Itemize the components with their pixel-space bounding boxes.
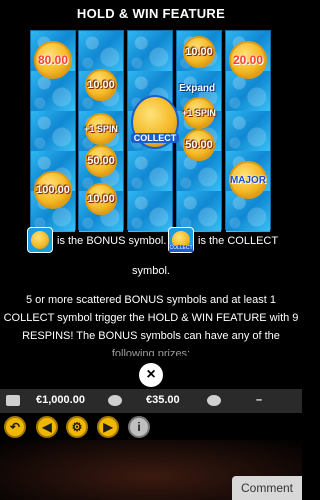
reel-4: 10.00 Expand +1 SPIN 50.00 (176, 30, 222, 232)
reel-1: 80.00 100.00 (30, 30, 76, 232)
reel-cell (128, 31, 172, 72)
description-line-2: COLLECT symbol trigger the HOLD & WIN FE… (3, 312, 299, 324)
settings-button[interactable]: ⚙ (66, 416, 88, 438)
win-value: – (256, 394, 263, 406)
bonus-coin: +1 SPIN (182, 97, 216, 129)
reel-grid: 80.00 100.00 10.00 +1 SPIN 50.00 10.00 1… (30, 30, 274, 232)
wallet-icon (6, 395, 20, 406)
next-button[interactable]: ▶ (97, 416, 119, 438)
info-button[interactable]: i (128, 416, 150, 438)
bonus-symbol-text: is the BONUS symbol. (57, 235, 167, 247)
reel-cell (128, 151, 172, 192)
page-title: HOLD & WIN FEATURE (76, 6, 226, 21)
description-line-3: RESPINS! The BONUS symbols can have any … (22, 330, 280, 342)
description-line-4: following prizes: (111, 348, 191, 356)
bonus-coin: 100.00 (34, 171, 72, 209)
bet-value: €35.00 (146, 394, 180, 406)
comment-button[interactable]: Comment (232, 476, 302, 500)
reel-cell (31, 111, 75, 152)
reel-2: 10.00 +1 SPIN 50.00 10.00 (78, 30, 124, 232)
collect-symbol-icon: COLLECT (168, 227, 194, 253)
coin-value: 10.00 (87, 79, 115, 91)
reel-5: 20.00 MAJOR (225, 30, 271, 232)
coin-value: +1 SPIN (182, 108, 216, 118)
coin-value: MAJOR (229, 174, 267, 186)
collect-symbol-text: is the COLLECT (198, 235, 279, 247)
reel-cell (226, 111, 270, 152)
trophy-icon (207, 395, 221, 406)
bonus-coin: 80.00 (34, 41, 72, 79)
balance-value: €1,000.00 (36, 394, 85, 406)
status-bar: €1,000.00 €35.00 – (0, 389, 302, 413)
bonus-symbol-icon (27, 227, 53, 253)
coin-icon (31, 231, 49, 249)
bonus-coin: 20.00 (229, 41, 267, 79)
coin-value: 10.00 (87, 193, 115, 205)
expand-label: Expand (179, 83, 216, 94)
bonus-coin: 10.00 (85, 69, 117, 101)
reel-cell (177, 191, 221, 232)
bonus-coin: 10.00 (85, 183, 117, 215)
coin-value: 50.00 (87, 155, 115, 167)
coin-value: 80.00 (37, 53, 69, 67)
bonus-coin: 50.00 (183, 129, 215, 161)
collect-label: COLLECT (131, 133, 179, 143)
coin-value: +1 SPIN (84, 124, 118, 134)
bonus-coin: 10.00 (183, 36, 215, 68)
previous-button[interactable]: ◀ (36, 416, 58, 438)
coin-value: 100.00 (36, 184, 70, 196)
major-coin: MAJOR (229, 161, 267, 199)
reel-cell (128, 191, 172, 232)
bonus-coin: +1 SPIN (84, 113, 118, 145)
close-button[interactable]: × (139, 363, 163, 387)
back-button[interactable]: ↶ (4, 416, 26, 438)
symbol-word: symbol. (132, 265, 170, 277)
collect-strip-label: COLLECT (169, 245, 193, 252)
coin-value: 20.00 (232, 53, 264, 67)
coin-value: 50.00 (185, 139, 213, 151)
coin-value: 10.00 (185, 46, 213, 58)
reel-cell (79, 31, 123, 72)
bonus-coin: 50.00 (85, 145, 117, 177)
chip-icon (108, 395, 122, 406)
description-line-1: 5 or more scattered BONUS symbols and at… (25, 294, 277, 306)
